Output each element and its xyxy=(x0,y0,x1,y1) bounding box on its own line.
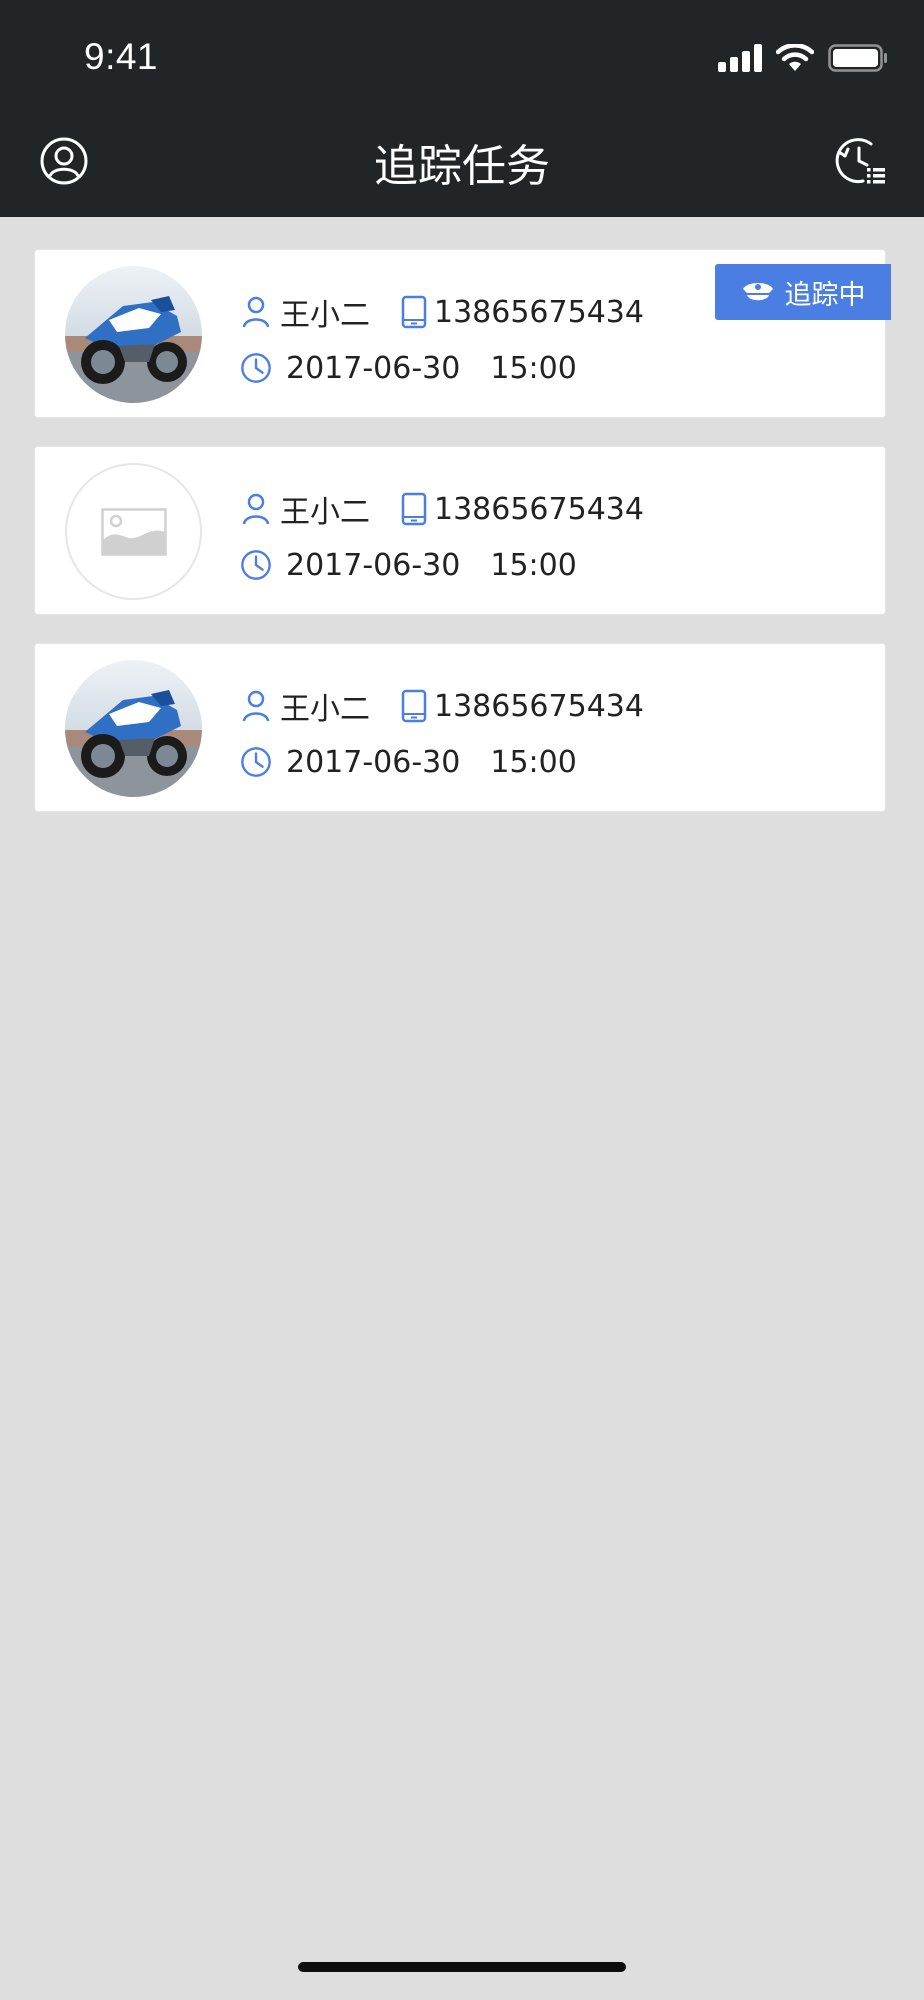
person-icon xyxy=(240,493,272,525)
contact-phone: 13865675434 xyxy=(434,491,644,527)
badge-label: 追踪中 xyxy=(784,279,866,311)
task-list: 王小二 13865675434 2017-06-30 15:00 追踪中 王小二… xyxy=(34,249,891,840)
tracking-status-badge: 追踪中 xyxy=(715,264,891,320)
datetime-row: 2017-06-30 15:00 xyxy=(240,545,577,585)
contact-name: 王小二 xyxy=(280,298,370,333)
contact-row: 王小二 13865675434 xyxy=(240,489,644,530)
home-indicator[interactable] xyxy=(298,1962,626,1972)
task-time: 15:00 xyxy=(490,547,577,583)
datetime-row: 2017-06-30 15:00 xyxy=(240,742,577,782)
clock-icon xyxy=(240,352,272,384)
police-cap-icon xyxy=(742,283,773,301)
person-icon xyxy=(240,296,272,328)
task-card[interactable]: 王小二 13865675434 2017-06-30 15:00 xyxy=(34,643,886,812)
motorcycle-photo-icon xyxy=(65,660,202,797)
task-date: 2017-06-30 xyxy=(286,744,461,780)
contact-row: 王小二 13865675434 xyxy=(240,686,644,727)
task-time: 15:00 xyxy=(490,350,577,386)
image-placeholder-icon xyxy=(100,507,167,556)
phone-icon xyxy=(398,492,430,526)
status-time: 9:41 xyxy=(84,36,159,77)
motorcycle-photo-icon xyxy=(65,266,202,403)
app-header: 9:41 追踪任务 xyxy=(0,0,924,217)
wifi-icon xyxy=(776,44,814,71)
task-time: 15:00 xyxy=(490,744,577,780)
vehicle-photo xyxy=(65,266,202,403)
phone-icon xyxy=(398,295,430,329)
task-date: 2017-06-30 xyxy=(286,547,461,583)
datetime-row: 2017-06-30 15:00 xyxy=(240,348,577,388)
task-card[interactable]: 王小二 13865675434 2017-06-30 15:00 xyxy=(34,249,891,418)
contact-row: 王小二 13865675434 xyxy=(240,292,644,333)
signal-icon xyxy=(718,44,762,72)
contact-name: 王小二 xyxy=(280,692,370,727)
contact-phone: 13865675434 xyxy=(434,294,644,330)
task-date: 2017-06-30 xyxy=(286,350,461,386)
contact-phone: 13865675434 xyxy=(434,688,644,724)
clock-icon xyxy=(240,549,272,581)
vehicle-photo xyxy=(65,660,202,797)
clock-icon xyxy=(240,746,272,778)
task-card[interactable]: 王小二 13865675434 2017-06-30 15:00 xyxy=(34,446,886,615)
vehicle-photo-placeholder xyxy=(65,463,202,600)
contact-name: 王小二 xyxy=(280,495,370,530)
phone-icon xyxy=(398,689,430,723)
battery-icon xyxy=(828,44,887,72)
history-list-icon xyxy=(835,138,885,184)
person-icon xyxy=(240,690,272,722)
history-button[interactable] xyxy=(832,133,888,189)
status-icons xyxy=(718,40,888,76)
page-title: 追踪任务 xyxy=(374,141,550,192)
